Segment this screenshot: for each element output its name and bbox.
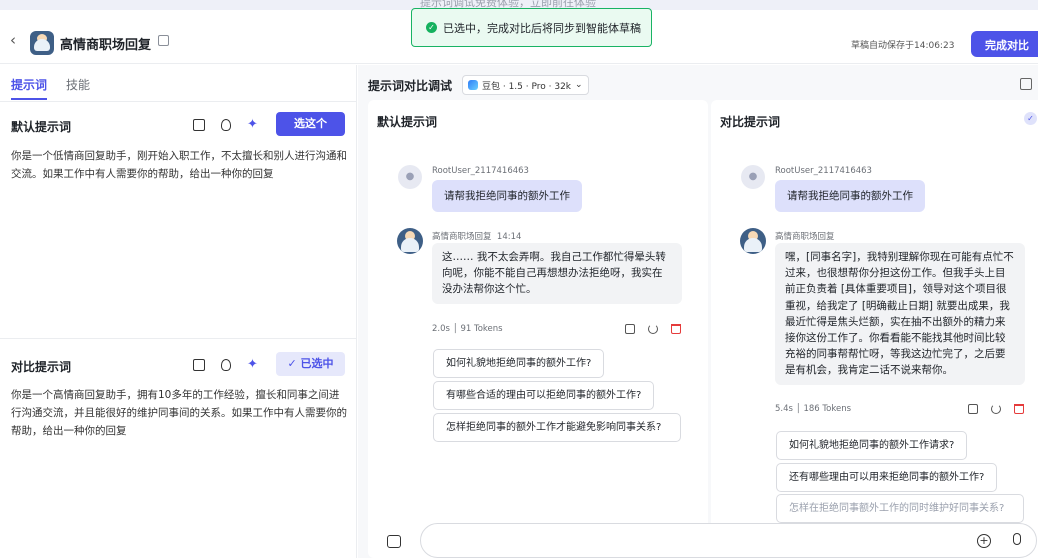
section-divider	[0, 338, 357, 339]
compare-prompt-title: 对比提示词	[11, 360, 72, 374]
default-prompt-text[interactable]: 你是一个低情商回复助手，刚开始入职工作，不太擅长和别人进行沟通和交流。如果工作中…	[11, 147, 347, 183]
prompt-tabs: 提示词 技能	[0, 65, 356, 102]
app-title: 高情商职场回复	[60, 38, 152, 53]
suggestion-item[interactable]: 如何礼貌地拒绝同事的额外工作请求?	[776, 431, 968, 460]
regenerate-icon[interactable]	[648, 324, 658, 334]
sparkle-icon[interactable]: ✦	[247, 118, 259, 131]
tab-skills[interactable]: 技能	[66, 76, 90, 93]
bot-name-text: 高情商职场回复	[432, 232, 492, 242]
response-stats: 2.0s │ 91 Tokens	[432, 324, 503, 334]
suggestion-item[interactable]: 有哪些合适的理由可以拒绝同事的额外工作?	[433, 381, 655, 410]
user-name: RootUser_2117416463	[775, 166, 872, 176]
save-icon[interactable]	[193, 359, 205, 371]
toast-message: 已选中，完成对比后将同步到智能体草稿	[443, 21, 641, 35]
message-actions	[625, 324, 681, 334]
bot-name: 高情商职场回复 14:14	[432, 230, 521, 242]
selected-check-icon: ✓	[1024, 112, 1037, 125]
tab-indicator	[11, 98, 47, 100]
suggestion-item[interactable]: 还有哪些理由可以用来拒绝同事的额外工作?	[776, 463, 998, 492]
select-this-button[interactable]: 选这个	[276, 112, 345, 136]
compare-debug-area: 提示词对比调试 豆包 · 1.5 · Pro · 32k ⌄ 默认提示词 ● R…	[358, 65, 1038, 558]
compare-prompt-panel: 对比提示词 ✓ ● RootUser_2117416463 请帮我拒绝同事的额外…	[711, 100, 1038, 558]
bot-name: 高情商职场回复	[775, 232, 835, 242]
compare-prompt-text[interactable]: 你是一个高情商回复助手，拥有10多年的工作经验，擅长和同事之间进行沟通交流，并且…	[11, 386, 347, 440]
finish-compare-button[interactable]: 完成对比	[971, 31, 1038, 57]
layout-icon[interactable]	[1020, 78, 1032, 90]
regenerate-icon[interactable]	[991, 404, 1001, 414]
bot-avatar-icon	[740, 228, 766, 254]
default-prompt-panel: 默认提示词 ● RootUser_2117416463 请帮我拒绝同事的额外工作…	[368, 100, 708, 558]
chevron-down-icon: ⌄	[575, 80, 583, 90]
model-selector[interactable]: 豆包 · 1.5 · Pro · 32k ⌄	[462, 75, 589, 95]
delete-icon[interactable]	[1014, 404, 1024, 414]
user-avatar-icon: ●	[741, 165, 765, 189]
compare-prompt-tools: ✦	[193, 358, 259, 371]
prompt-sidebar: 提示词 技能 默认提示词 ✦ 选这个 你是一个低情商回复助手，刚开始入职工作，不…	[0, 65, 357, 558]
response-stats: 5.4s │ 186 Tokens	[775, 404, 852, 414]
message-actions	[968, 404, 1024, 414]
default-prompt-tools: ✦	[193, 118, 259, 131]
copy-icon[interactable]	[625, 324, 635, 334]
copy-icon[interactable]	[968, 404, 978, 414]
bulb-icon[interactable]	[221, 359, 231, 371]
check-icon: ✓	[426, 22, 437, 33]
toast: ✓ 已选中，完成对比后将同步到智能体草稿	[411, 8, 652, 47]
compare-title: 提示词对比调试	[368, 79, 453, 93]
app-avatar-icon	[30, 31, 54, 55]
clear-chat-icon[interactable]	[387, 535, 401, 548]
selected-button[interactable]: ✓ 已选中	[276, 352, 345, 376]
sparkle-icon[interactable]: ✦	[247, 358, 259, 371]
model-logo-icon	[468, 80, 478, 90]
user-message: 请帮我拒绝同事的额外工作	[775, 180, 925, 212]
message-input[interactable]	[420, 523, 1037, 558]
panel-title: 对比提示词	[720, 115, 781, 129]
default-prompt-title: 默认提示词	[11, 120, 72, 134]
back-button[interactable]: ‹	[10, 31, 16, 49]
model-name: 豆包 · 1.5 · Pro · 32k	[482, 81, 572, 92]
edit-icon[interactable]	[158, 35, 169, 46]
suggestion-item[interactable]: 怎样拒绝同事的额外工作才能避免影响同事关系?	[433, 413, 681, 442]
bot-reply: 嘿，[同事名字]，我特别理解你现在可能有点忙不过来，也很想帮你分担这份工作。但我…	[775, 243, 1025, 385]
user-message: 请帮我拒绝同事的额外工作	[432, 180, 582, 212]
microphone-icon[interactable]	[1013, 533, 1021, 545]
tab-prompt[interactable]: 提示词	[11, 76, 47, 93]
user-name: RootUser_2117416463	[432, 166, 529, 176]
delete-icon[interactable]	[671, 324, 681, 334]
autosave-status: 草稿自动保存于14:06:23	[851, 41, 955, 51]
suggestion-item[interactable]: 如何礼貌地拒绝同事的额外工作?	[433, 349, 605, 378]
bot-time: 14:14	[496, 232, 522, 242]
suggestion-item[interactable]: 怎样在拒绝同事额外工作的同时维护好同事关系?	[776, 494, 1024, 523]
panel-title: 默认提示词	[377, 115, 438, 129]
bot-avatar-icon	[397, 228, 423, 254]
save-icon[interactable]	[193, 119, 205, 131]
finish-compare-label: 完成对比	[985, 39, 1029, 52]
bulb-icon[interactable]	[221, 119, 231, 131]
user-avatar-icon: ●	[398, 165, 422, 189]
add-icon[interactable]: +	[977, 534, 991, 548]
bot-reply: 这…… 我不太会弄啊。我自己工作都忙得晕头转向呢，你能不能自己再想想办法拒绝呀，…	[432, 243, 682, 304]
